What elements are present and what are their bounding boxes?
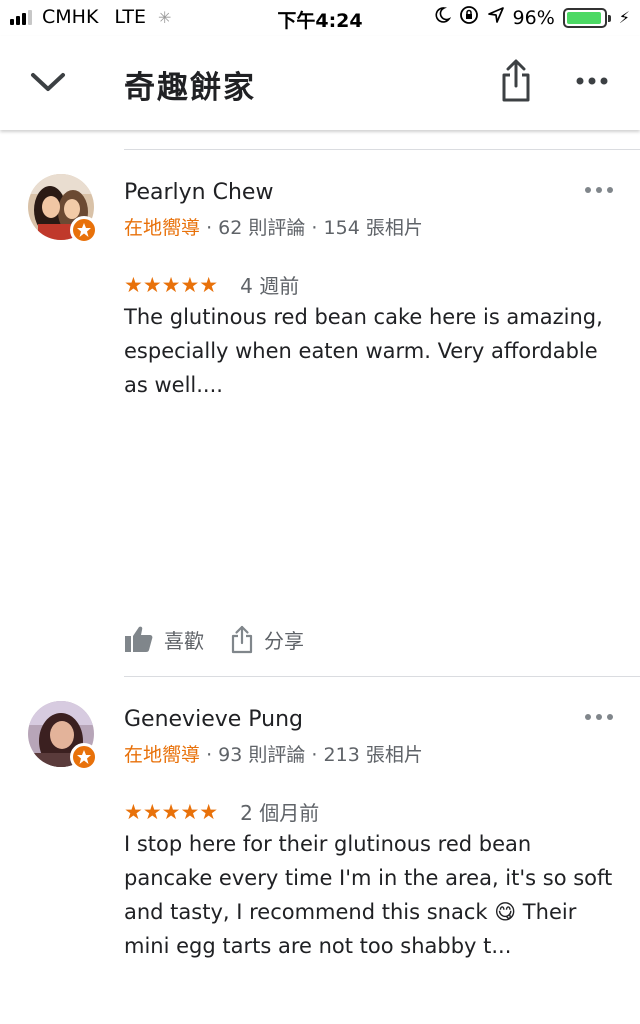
local-guide-badge-icon	[70, 216, 98, 244]
meta-separator: ·	[206, 217, 219, 239]
review-card: Genevieve Pung 在地嚮導 · 93 則評論 · 213 張相片 ★…	[0, 677, 640, 1024]
star-rating: ★★★★★	[124, 272, 219, 297]
rotation-lock-icon	[459, 5, 479, 30]
page-title: 奇趣餅家	[124, 70, 256, 106]
review-count: 93 則評論	[218, 744, 306, 766]
review-count: 62 則評論	[218, 217, 306, 239]
battery-icon	[562, 7, 611, 28]
review-more-button[interactable]	[582, 707, 616, 727]
local-guide-badge-icon	[70, 743, 98, 771]
star-rating: ★★★★★	[124, 799, 219, 824]
review-date: 2 個月前	[240, 801, 320, 825]
review-date: 4 週前	[240, 274, 300, 298]
like-button[interactable]: 喜歡	[124, 625, 204, 654]
avatar[interactable]	[28, 174, 98, 244]
share-label: 分享	[264, 628, 304, 653]
thumbs-up-icon	[125, 626, 153, 652]
meta-separator: ·	[206, 744, 219, 766]
battery-percent: 96%	[512, 6, 555, 29]
rating-row: ★★★★★ 2 個月前	[124, 797, 319, 826]
more-horiz-icon	[585, 187, 613, 193]
photo-count: 154 張相片	[323, 217, 423, 239]
rating-row: ★★★★★ 4 週前	[124, 270, 299, 299]
review-card: Pearlyn Chew 在地嚮導 · 62 則評論 · 154 張相片 ★★★…	[0, 150, 640, 676]
reviewer-meta: 在地嚮導 · 93 則評論 · 213 張相片	[124, 740, 423, 767]
review-actions: 喜歡 分享	[124, 624, 330, 654]
local-guide-label: 在地嚮導	[124, 744, 201, 766]
share-icon	[502, 59, 530, 102]
more-horiz-icon	[576, 77, 608, 85]
reviewer-meta: 在地嚮導 · 62 則評論 · 154 張相片	[124, 213, 423, 240]
avatar[interactable]	[28, 701, 98, 771]
share-review-button[interactable]: 分享	[230, 624, 304, 654]
status-bar: CMHK LTE ✳ 下午4:24 96% ⚡	[0, 0, 640, 36]
status-right: 96% ⚡	[433, 5, 630, 30]
local-guide-label: 在地嚮導	[124, 217, 201, 239]
review-more-button[interactable]	[582, 180, 616, 200]
like-label: 喜歡	[164, 628, 204, 653]
app-header: 奇趣餅家	[0, 36, 640, 130]
moon-icon	[433, 6, 451, 29]
more-options-button[interactable]	[572, 66, 612, 96]
review-text[interactable]: The glutinous red bean cake here is amaz…	[124, 300, 614, 402]
location-arrow-icon	[487, 6, 505, 29]
share-icon	[231, 625, 253, 654]
more-horiz-icon	[585, 714, 613, 720]
meta-separator: ·	[311, 744, 324, 766]
review-text[interactable]: I stop here for their glutinous red bean…	[124, 827, 614, 963]
reviewer-name[interactable]: Genevieve Pung	[124, 707, 303, 732]
reviewer-name[interactable]: Pearlyn Chew	[124, 180, 273, 205]
share-button[interactable]	[496, 58, 536, 104]
collapse-button[interactable]	[26, 62, 70, 102]
chevron-down-icon	[31, 73, 65, 91]
photo-count: 213 張相片	[323, 744, 423, 766]
charging-icon: ⚡	[618, 8, 630, 27]
meta-separator: ·	[311, 217, 324, 239]
